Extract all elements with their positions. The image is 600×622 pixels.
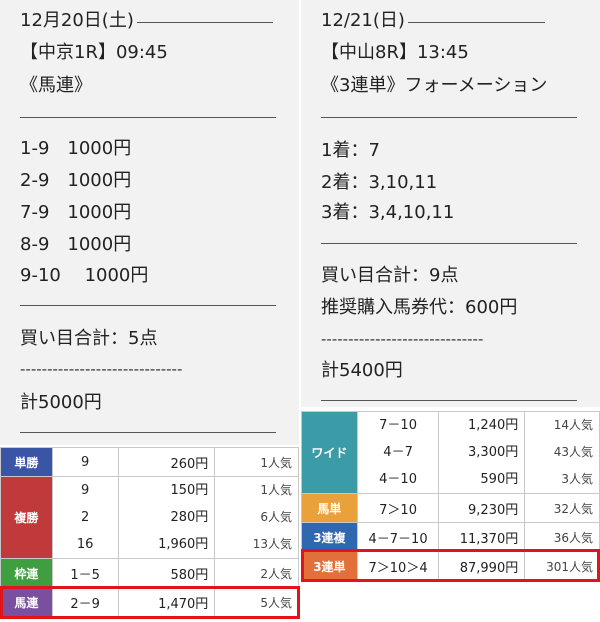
- fukusho-payouts: 150円 280円 1,960円: [117, 476, 216, 559]
- right-date: 12/21(日): [321, 10, 405, 31]
- divider: [20, 305, 276, 306]
- left-bet-type: 《馬連》: [20, 75, 92, 96]
- right-dashes: ------------------------------: [321, 330, 484, 348]
- table-row: ワイド 7－10 4－7 4－10 1,240円 3,300円 590円 14人…: [301, 411, 600, 494]
- umatan-payout: 9,230円: [438, 493, 526, 523]
- fukusho-number: 16: [76, 537, 94, 552]
- wide-payout: 3,300円: [468, 445, 519, 460]
- left-total-points: 買い目合計：5点: [20, 328, 158, 349]
- wakuren-payout: 580円: [117, 558, 216, 588]
- table-row: 3連複 4－7－10 11,370円 36人気: [301, 522, 600, 552]
- right-race: 【中山8R】13:45: [321, 42, 469, 63]
- sanrentan-highlight-box: [301, 549, 600, 582]
- divider: [20, 117, 276, 118]
- right-recommended: 推奨購入馬券代：600円: [321, 297, 518, 318]
- right-total: 計5400円: [321, 360, 403, 381]
- sanrenpuku-payout: 11,370円: [438, 522, 526, 552]
- left-bet-1: 1-9 1000円: [20, 138, 132, 159]
- umatan-popularity: 32人気: [524, 493, 600, 523]
- left-bet-5: 9-10 1000円: [20, 265, 149, 286]
- divider: [20, 432, 276, 433]
- left-date: 12月20日(土): [20, 10, 134, 31]
- right-bet-type: 《3連単》フォーメーション: [321, 75, 548, 96]
- right-third: 3着：3,4,10,11: [321, 202, 455, 223]
- table-row: 馬単 7＞10 9,230円 32人気: [301, 493, 600, 523]
- left-bet-4: 8-9 1000円: [20, 234, 132, 255]
- tansho-popularity: 1人気: [214, 447, 299, 477]
- wide-payouts: 1,240円 3,300円 590円: [438, 411, 526, 494]
- divider: [321, 243, 577, 244]
- wide-payout: 590円: [480, 472, 519, 487]
- left-bet-2: 2-9 1000円: [20, 170, 132, 191]
- sanrenpuku-number: 4－7－10: [356, 522, 440, 552]
- table-row: 単勝 9 260円 1人気: [0, 447, 299, 477]
- fukusho-payout: 1,960円: [158, 537, 209, 552]
- wide-payout: 1,240円: [468, 418, 519, 433]
- fukusho-payout: 150円: [170, 483, 209, 498]
- umaren-highlight-box: [0, 586, 300, 619]
- wide-popularities: 14人気 43人気 3人気: [524, 411, 600, 494]
- tansho-payout: 260円: [117, 447, 216, 477]
- right-prediction-panel: 12/21(日) 【中山8R】13:45 《3連単》フォーメーション 1着：7 …: [301, 0, 600, 407]
- wide-popularity: 43人気: [553, 445, 593, 459]
- wide-number: 4－7: [383, 445, 413, 460]
- fukusho-popularity: 13人気: [252, 537, 292, 551]
- wide-number: 4－10: [379, 472, 417, 487]
- fukusho-number: 2: [81, 510, 90, 525]
- left-date-rule: [137, 22, 273, 23]
- wide-popularity: 14人気: [553, 418, 593, 432]
- fukusho-popularity: 1人気: [260, 483, 292, 497]
- table-row: 複勝 9 2 16 150円 280円 1,960円 1人気 6人気 13人気: [0, 476, 299, 559]
- wakuren-label: 枠連: [0, 558, 53, 588]
- fukusho-popularities: 1人気 6人気 13人気: [214, 476, 299, 559]
- wide-number: 7－10: [379, 418, 417, 433]
- wide-label: ワイド: [301, 411, 358, 494]
- left-dashes: ------------------------------: [20, 360, 183, 378]
- umatan-label: 馬単: [301, 493, 358, 523]
- divider: [321, 117, 577, 118]
- left-bet-3: 7-9 1000円: [20, 202, 132, 223]
- tansho-number: 9: [51, 447, 119, 477]
- right-total-points: 買い目合計：9点: [321, 265, 459, 286]
- wide-popularity: 3人気: [561, 472, 593, 486]
- sanrenpuku-popularity: 36人気: [524, 522, 600, 552]
- fukusho-popularity: 6人気: [260, 510, 292, 524]
- divider: [321, 400, 577, 401]
- fukusho-payout: 280円: [170, 510, 209, 525]
- left-total: 計5000円: [20, 392, 102, 413]
- wakuren-popularity: 2人気: [214, 558, 299, 588]
- table-row: 枠連 1－5 580円 2人気: [0, 558, 299, 588]
- fukusho-number: 9: [81, 483, 90, 498]
- sanrenpuku-label: 3連複: [301, 522, 358, 552]
- fukusho-numbers: 9 2 16: [51, 476, 119, 559]
- fukusho-label: 複勝: [0, 476, 53, 559]
- tansho-label: 単勝: [0, 447, 53, 477]
- wide-numbers: 7－10 4－7 4－10: [356, 411, 440, 494]
- right-date-rule: [408, 22, 545, 23]
- right-first: 1着：7: [321, 140, 380, 161]
- right-second: 2着：3,10,11: [321, 172, 438, 193]
- left-prediction-panel: 12月20日(土) 【中京1R】09:45 《馬連》 1-9 1000円 2-9…: [0, 0, 299, 445]
- umatan-number: 7＞10: [356, 493, 440, 523]
- wakuren-number: 1－5: [51, 558, 119, 588]
- left-race: 【中京1R】09:45: [20, 42, 168, 63]
